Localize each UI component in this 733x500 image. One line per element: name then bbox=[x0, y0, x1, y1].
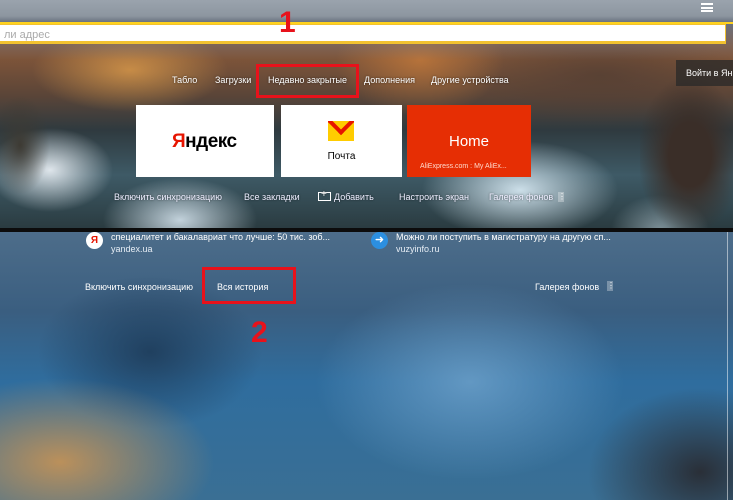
link-background-gallery[interactable]: Галерея фонов bbox=[489, 192, 553, 202]
recent-item-domain: yandex.ua bbox=[111, 244, 153, 254]
gallery-more-icon[interactable]: ⋮ bbox=[558, 192, 566, 202]
tile-aliexpress-home[interactable]: Home AliExpress.com : My AliEx... bbox=[407, 105, 531, 177]
recent-item-title: Можно ли поступить в магистратуру на дру… bbox=[396, 232, 611, 242]
link-enable-sync[interactable]: Включить синхронизацию bbox=[114, 192, 222, 202]
nav-other-devices[interactable]: Другие устройства bbox=[431, 75, 509, 85]
nav-tablo[interactable]: Табло bbox=[172, 75, 197, 85]
address-underline bbox=[0, 42, 726, 44]
link-background-gallery[interactable]: Галерея фонов bbox=[535, 282, 599, 292]
annotation-number-2: 2 bbox=[251, 316, 268, 349]
yandex-logo: Яндекс bbox=[172, 131, 237, 152]
tile-home-title: Home bbox=[448, 133, 489, 150]
address-bar[interactable] bbox=[0, 24, 726, 43]
annotation-number-1: 1 bbox=[279, 6, 296, 39]
right-edge-line bbox=[727, 232, 728, 500]
address-input[interactable] bbox=[0, 27, 725, 43]
link-customize-screen[interactable]: Настроить экран bbox=[399, 192, 469, 202]
bottom-screenshot: Я специалитет и бакалавриат что лучше: 5… bbox=[0, 232, 733, 500]
top-screenshot: Табло Загрузки Недавно закрытые Дополнен… bbox=[0, 0, 733, 229]
background-rock-left bbox=[0, 95, 50, 195]
tile-mail-label: Почта bbox=[327, 151, 356, 162]
tile-mail[interactable]: Почта bbox=[281, 105, 402, 177]
link-add[interactable]: Добавить bbox=[318, 189, 374, 202]
annotation-box-1 bbox=[256, 64, 359, 98]
nav-extensions[interactable]: Дополнения bbox=[364, 75, 415, 85]
annotation-box-2 bbox=[202, 267, 296, 304]
recent-item[interactable]: Я специалитет и бакалавриат что лучше: 5… bbox=[86, 232, 346, 258]
yandex-favicon-icon: Я bbox=[86, 232, 103, 249]
gallery-more-icon[interactable]: ⋮ bbox=[607, 281, 615, 291]
arrow-favicon-icon: ➜ bbox=[371, 232, 388, 249]
recent-item-title: специалитет и бакалавриат что лучше: 50 … bbox=[111, 232, 331, 242]
link-all-bookmarks[interactable]: Все закладки bbox=[244, 192, 300, 202]
mail-envelope-icon bbox=[328, 121, 354, 141]
login-button[interactable]: Войти в Ян bbox=[676, 60, 733, 86]
add-plus-icon bbox=[318, 189, 331, 201]
background-rock-right bbox=[640, 80, 733, 229]
link-enable-sync[interactable]: Включить синхронизацию bbox=[85, 282, 193, 292]
nav-downloads[interactable]: Загрузки bbox=[215, 75, 251, 85]
tile-yandex[interactable]: Яндекс bbox=[136, 105, 274, 177]
tile-home-subtitle: AliExpress.com : My AliEx... bbox=[420, 163, 507, 170]
recent-item-domain: vuzyinfo.ru bbox=[396, 244, 440, 254]
top-bottom-links: Включить синхронизацию Все закладки Доба… bbox=[0, 189, 733, 204]
hamburger-menu-icon[interactable] bbox=[701, 3, 713, 12]
recent-item[interactable]: ➜ Можно ли поступить в магистратуру на д… bbox=[371, 232, 631, 258]
